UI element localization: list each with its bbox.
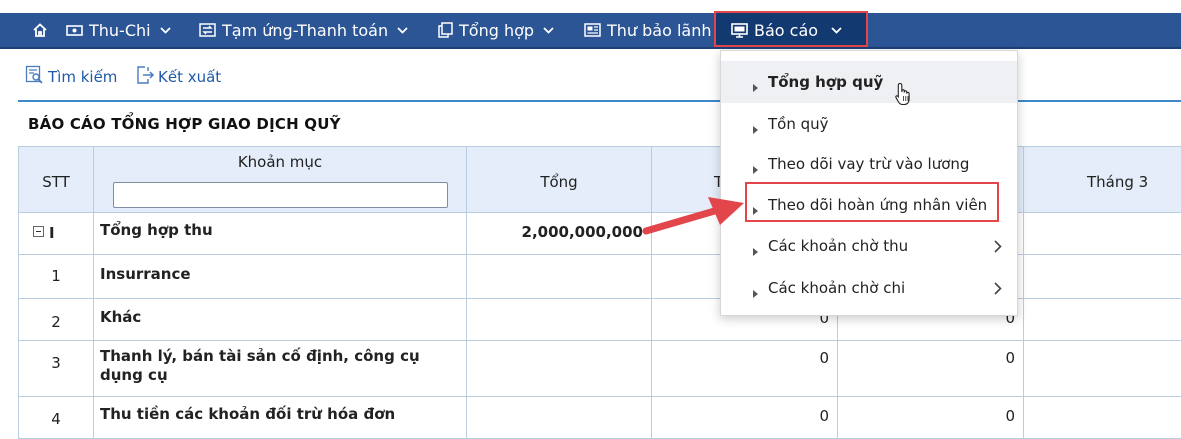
- menu-item-cac-khoan-cho-chi[interactable]: Các khoản chờ chi: [721, 267, 1017, 309]
- menu-item-label: Theo dõi vay trừ vào lương: [768, 155, 970, 173]
- row-thang-1: 0: [652, 341, 838, 397]
- menu-item-theo-doi-hoan-ung[interactable]: Theo dõi hoàn ứng nhân viên: [721, 184, 1017, 226]
- header-tong: Tổng: [467, 146, 652, 213]
- row-khoan-muc: Tổng hợp thu: [94, 213, 467, 255]
- row-thang-3: [1024, 213, 1181, 255]
- header-stt-label: STT: [42, 173, 70, 191]
- header-tong-label: Tổng: [540, 173, 578, 191]
- bao-cao-dropdown-menu: Tổng hợp quỹ Tồn quỹ Theo dõi vay trừ và…: [720, 50, 1018, 316]
- menu-item-cac-khoan-cho-thu[interactable]: Các khoản chờ thu: [721, 225, 1017, 267]
- row-khoan-muc: Insurrance: [94, 255, 467, 299]
- menu-item-tong-hop-quy[interactable]: Tổng hợp quỹ: [721, 61, 1017, 103]
- header-khoan-muc: Khoản mục: [94, 146, 467, 213]
- nav-thu-chi[interactable]: Thu-Chi: [66, 13, 171, 47]
- nav-bao-cao-label: Báo cáo: [754, 20, 819, 40]
- row-thang-2: 0: [838, 397, 1024, 439]
- nav-tong-hop-label: Tổng hợp: [459, 20, 535, 40]
- row-tong: [467, 341, 652, 397]
- nav-thu-bao-lanh[interactable]: Thư bảo lãnh: [584, 13, 712, 47]
- nav-tam-ung[interactable]: Tạm ứng-Thanh toán: [199, 13, 408, 47]
- row-thang-3: [1024, 299, 1181, 341]
- chevron-down-icon: [831, 26, 842, 34]
- row-tong: [467, 255, 652, 299]
- row-khoan-muc: Khác: [94, 299, 467, 341]
- nav-thu-bao-lanh-label: Thư bảo lãnh: [607, 20, 712, 40]
- nav-tong-hop[interactable]: Tổng hợp: [438, 13, 554, 47]
- top-navigation-bar: Thu-Chi Tạm ứng-Thanh toán Tổng hợp Thư …: [0, 11, 1181, 49]
- row-khoan-muc: Thanh lý, bán tài sản cố định, công cụ d…: [94, 341, 467, 397]
- caret-right-icon: [753, 160, 758, 178]
- menu-item-label: Các khoản chờ thu: [768, 237, 909, 255]
- chevron-right-icon: [994, 281, 1002, 299]
- monitor-icon: [731, 22, 748, 38]
- transfer-icon: [199, 23, 216, 37]
- hand-cursor-icon: [895, 82, 913, 110]
- row-thang-2: 0: [838, 341, 1024, 397]
- search-document-icon: [25, 65, 48, 89]
- row-stt-value: I: [49, 224, 55, 242]
- search-button-label: Tìm kiếm: [48, 68, 118, 86]
- caret-right-icon: [753, 120, 758, 138]
- collapse-toggle-icon[interactable]: [33, 226, 44, 237]
- khoan-muc-filter-input[interactable]: [113, 182, 448, 208]
- nav-tam-ung-label: Tạm ứng-Thanh toán: [222, 20, 389, 40]
- export-button[interactable]: Kết xuất: [135, 66, 221, 88]
- search-button[interactable]: Tìm kiếm: [25, 65, 118, 89]
- header-thang-3-label: Tháng 3: [1087, 173, 1149, 191]
- row-thang-3: [1024, 341, 1181, 397]
- menu-item-label: Các khoản chờ chi: [768, 279, 906, 297]
- row-khoan-muc: Thu tiền các khoản đối trừ hóa đơn: [94, 397, 467, 439]
- header-thang-3: Tháng 3: [1024, 146, 1181, 213]
- annotation-arrow-icon: [640, 191, 748, 241]
- cash-icon: [66, 24, 83, 37]
- export-button-label: Kết xuất: [158, 68, 222, 86]
- chevron-down-icon: [397, 26, 408, 34]
- row-tong: [467, 397, 652, 439]
- caret-right-icon: [753, 242, 758, 260]
- menu-item-theo-doi-vay[interactable]: Theo dõi vay trừ vào lương: [721, 143, 1017, 185]
- chevron-down-icon: [543, 26, 554, 34]
- caret-right-icon: [753, 201, 758, 219]
- table-row-stt: I: [18, 213, 94, 255]
- menu-item-ton-quy[interactable]: Tồn quỹ: [721, 103, 1017, 145]
- row-thang-3: [1024, 397, 1181, 439]
- nav-thu-chi-label: Thu-Chi: [89, 20, 151, 40]
- export-icon: [135, 65, 158, 89]
- row-stt-value: 2: [18, 299, 94, 341]
- nav-bao-cao[interactable]: Báo cáo: [731, 13, 842, 47]
- row-stt-value: 4: [18, 397, 94, 439]
- header-stt: STT: [18, 146, 94, 213]
- row-tong: [467, 299, 652, 341]
- caret-right-icon: [753, 284, 758, 302]
- chevron-right-icon: [994, 239, 1002, 257]
- menu-item-label: Theo dõi hoàn ứng nhân viên: [768, 196, 988, 214]
- row-thang-1: 0: [652, 397, 838, 439]
- menu-item-label: Tồn quỹ: [768, 115, 829, 133]
- copy-icon: [438, 22, 453, 38]
- row-stt-value: 3: [18, 341, 94, 397]
- row-stt-value: 1: [18, 255, 94, 299]
- report-title: BÁO CÁO TỔNG HỢP GIAO DỊCH QUỸ: [28, 115, 341, 133]
- nav-home[interactable]: [33, 13, 53, 47]
- chevron-down-icon: [159, 26, 171, 34]
- home-icon: [33, 23, 47, 37]
- row-thang-3: [1024, 255, 1181, 299]
- menu-item-label: Tổng hợp quỹ: [768, 73, 884, 91]
- header-khoan-muc-label: Khoản mục: [237, 153, 323, 171]
- caret-right-icon: [753, 78, 758, 96]
- newspaper-icon: [584, 23, 601, 37]
- row-tong: 2,000,000,000: [467, 213, 652, 255]
